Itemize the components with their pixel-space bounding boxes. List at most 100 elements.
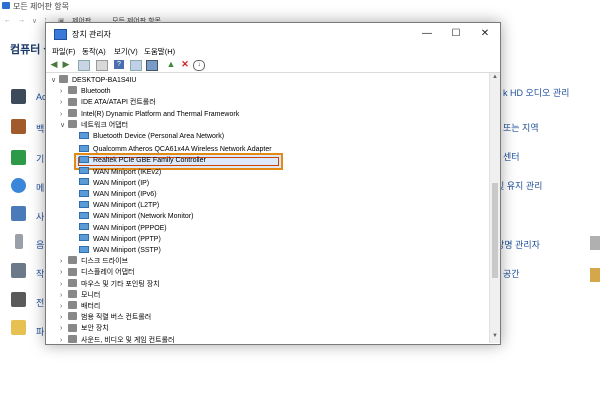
tree-item[interactable]: WAN Miniport (SSTP) — [71, 245, 161, 256]
cp-item-label[interactable]: 또는 지역 — [503, 121, 539, 134]
tree-item[interactable]: WAN Miniport (IP) — [71, 178, 149, 189]
tree-item[interactable]: WAN Miniport (IPv6) — [71, 189, 157, 200]
tree-item[interactable]: WAN Miniport (PPTP) — [71, 234, 161, 245]
show-hidden-icon[interactable] — [96, 60, 108, 71]
menu-file[interactable]: 파일(F) — [52, 46, 75, 57]
cp-item-label[interactable]: 사 — [36, 210, 44, 223]
monitor-icon[interactable] — [11, 89, 26, 104]
storage-icon[interactable] — [590, 268, 600, 282]
window-titlebar[interactable]: 장치 관리자 — ☐ ✕ — [46, 23, 500, 45]
forward-arrow-icon[interactable]: → — [18, 17, 25, 24]
scroll-down-icon[interactable]: ▼ — [491, 333, 499, 341]
tree-item-label: 디스크 드라이브 — [81, 258, 129, 266]
globe-icon[interactable] — [11, 178, 26, 193]
tree-item[interactable]: › Intel(R) Dynamic Platform and Thermal F… — [60, 108, 240, 120]
taskbar-icon[interactable] — [11, 263, 26, 278]
credential-icon[interactable] — [590, 236, 600, 250]
device-category-icon — [68, 119, 77, 128]
expand-right-icon[interactable]: › — [60, 290, 68, 301]
tree-item[interactable]: ∨ 네트워크 어댑터 — [60, 119, 128, 131]
expand-right-icon[interactable]: › — [60, 335, 68, 343]
expand-down-icon[interactable]: ∨ — [51, 75, 59, 86]
tree-item[interactable]: › 디스플레이 어댑터 — [60, 267, 134, 278]
cp-item-label[interactable]: 파 — [36, 325, 44, 338]
back-arrow-icon[interactable]: ← — [4, 17, 11, 24]
close-button[interactable]: ✕ — [472, 26, 498, 42]
back-icon[interactable]: ◀ — [49, 60, 59, 69]
cp-item-label[interactable]: 및 유지 관리 — [496, 179, 542, 192]
device-tree[interactable]: ∨ DESKTOP-BA1S4IU › Bluetooth › IDE ATA/ATAPI… — [47, 73, 489, 343]
tree-item-selected[interactable]: Qualcomm Atheros QCA61x4A Wireless Netwo… — [71, 144, 272, 155]
expand-right-icon[interactable]: › — [60, 301, 68, 312]
help-icon[interactable]: ? — [114, 60, 124, 69]
tree-item-label: Intel(R) Dynamic Platform and Thermal Fr… — [81, 110, 240, 118]
tree-item[interactable]: Bluetooth Device (Personal Area Network) — [71, 131, 224, 142]
tree-item-label: Bluetooth Device (Personal Area Network) — [93, 133, 225, 140]
tree-item[interactable]: › Bluetooth — [60, 86, 111, 97]
tree-item[interactable]: WAN Miniport (L2TP) — [71, 200, 159, 211]
network-adapter-icon — [79, 234, 89, 242]
tree-item[interactable]: › 사운드, 비디오 및 게임 컨트롤러 — [60, 334, 174, 343]
power-icon[interactable] — [11, 292, 26, 307]
expand-right-icon[interactable]: › — [60, 312, 68, 323]
users-icon[interactable] — [11, 206, 26, 221]
tree-item-label: Bluetooth — [81, 88, 111, 96]
forward-icon[interactable]: ▶ — [61, 60, 71, 69]
expand-right-icon[interactable]: › — [60, 109, 68, 120]
tree-item-label: WAN Miniport (PPPOE) — [93, 224, 167, 232]
tree-item[interactable]: WAN Miniport (PPPOE) — [71, 223, 167, 234]
microphone-icon[interactable] — [15, 234, 23, 249]
file-folder-icon[interactable] — [11, 320, 26, 335]
cp-item-label[interactable]: k HD 오디오 관리 — [503, 86, 569, 99]
scan-hardware-icon[interactable] — [146, 60, 158, 71]
expand-right-icon[interactable]: › — [60, 86, 68, 97]
network-adapter-icon — [79, 156, 89, 164]
menu-action[interactable]: 동작(A) — [82, 46, 106, 57]
maximize-button[interactable]: ☐ — [443, 26, 469, 42]
tree-item[interactable]: › 보안 장치 — [60, 323, 109, 334]
menu-help[interactable]: 도움말(H) — [144, 46, 175, 57]
cp-item-label[interactable]: 센터 — [503, 150, 520, 163]
minimize-button[interactable]: — — [414, 26, 440, 42]
cp-item-label[interactable]: 공간 — [503, 267, 520, 280]
computer-icon[interactable] — [130, 60, 142, 71]
expand-right-icon[interactable]: › — [60, 267, 68, 278]
device-category-icon — [68, 256, 77, 265]
expand-right-icon[interactable]: › — [60, 97, 68, 108]
cp-item-label[interactable]: 메 — [36, 181, 44, 194]
download-icon[interactable]: ↓ — [193, 60, 205, 71]
properties-icon[interactable] — [78, 60, 90, 71]
cp-item-label[interactable]: 전 — [36, 296, 44, 309]
update-driver-icon[interactable]: ▲ — [166, 60, 176, 69]
cp-item-label[interactable]: 작 — [36, 267, 44, 280]
tree-item[interactable]: Realtek PCIe GBE Family Controller — [71, 155, 206, 166]
menu-view[interactable]: 보기(V) — [114, 46, 138, 57]
cp-item-label[interactable]: 기 — [36, 152, 44, 165]
tree-item[interactable]: › 모니터 — [60, 289, 100, 301]
backup-icon[interactable] — [11, 119, 26, 134]
control-panel-titlebar: 모든 제어판 항목 — [0, 0, 600, 12]
expand-right-icon[interactable]: › — [60, 323, 68, 334]
tree-root[interactable]: ∨ DESKTOP-BA1S4IU — [51, 75, 136, 86]
expand-down-icon[interactable]: ∨ — [60, 120, 68, 131]
tree-item[interactable]: WAN Miniport (Network Monitor) — [71, 211, 193, 222]
scroll-up-icon[interactable]: ▲ — [491, 74, 499, 82]
tree-item[interactable]: WAN Miniport (IKEv2) — [71, 167, 161, 178]
device-category-icon — [68, 301, 77, 310]
expand-right-icon[interactable]: › — [60, 279, 68, 290]
cp-item-label[interactable]: 백 — [36, 122, 44, 135]
cp-item-label[interactable]: 장명 관리자 — [496, 238, 540, 251]
tree-item[interactable]: › 마우스 및 기타 포인팅 장치 — [60, 278, 160, 290]
default-programs-icon[interactable] — [11, 150, 26, 165]
vertical-scrollbar[interactable]: ▲ ▼ — [489, 73, 500, 343]
cp-item-label[interactable]: 음 — [36, 238, 44, 251]
tree-item[interactable]: › 범용 직렬 버스 컨트롤러 — [60, 312, 151, 323]
expand-right-icon[interactable]: › — [60, 256, 68, 267]
uninstall-icon[interactable]: ✕ — [180, 60, 190, 69]
control-panel-icon — [2, 2, 10, 9]
tree-item[interactable]: › 배터리 — [60, 301, 100, 312]
tree-item[interactable]: › 디스크 드라이브 — [60, 256, 128, 267]
scrollbar-thumb[interactable] — [492, 183, 498, 278]
tree-item[interactable]: › IDE ATA/ATAPI 컨트롤러 — [60, 97, 156, 108]
recent-chevron-icon[interactable]: ∨ — [32, 17, 37, 25]
